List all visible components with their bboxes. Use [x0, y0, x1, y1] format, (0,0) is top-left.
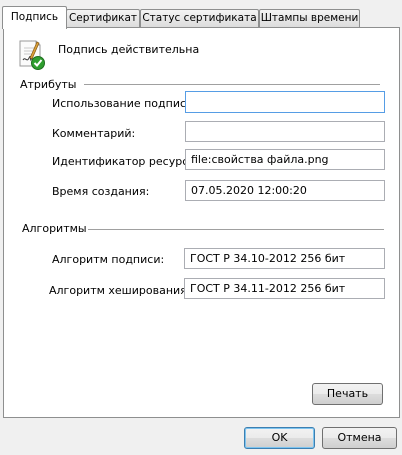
ok-button[interactable]: OK [244, 427, 315, 449]
creation-time-field[interactable]: 07.05.2020 12:00:20 [185, 180, 385, 201]
algorithms-divider [88, 229, 384, 230]
cancel-button[interactable]: Отмена [322, 427, 397, 449]
resource-id-label: Идентификатор ресурса: [52, 155, 199, 168]
signature-usage-field[interactable] [185, 91, 385, 113]
tab-strip: Подпись Сертификат Статус сертификата Шт… [0, 0, 402, 29]
hash-algorithm-field[interactable]: ГОСТ Р 34.11-2012 256 бит [184, 278, 385, 299]
signature-algorithm-field[interactable]: ГОСТ Р 34.10-2012 256 бит [184, 248, 385, 269]
attributes-divider [84, 84, 380, 85]
tab-signature[interactable]: Подпись [2, 6, 67, 29]
signed-document-check-icon [19, 40, 45, 70]
hash-algorithm-label: Алгоритм хеширования: [49, 284, 191, 297]
creation-time-label: Время создания: [52, 185, 150, 198]
comment-label: Комментарий: [52, 127, 136, 140]
attributes-section-title: Атрибуты [20, 78, 77, 91]
tab-certificate-status[interactable]: Статус сертификата [140, 9, 259, 27]
algorithms-section-title: Алгоритмы [22, 222, 87, 235]
comment-field[interactable] [185, 121, 385, 142]
print-button[interactable]: Печать [312, 383, 383, 405]
signature-status: Подпись действительна [58, 43, 200, 56]
tab-certificate[interactable]: Сертификат [66, 9, 140, 27]
resource-id-field[interactable]: file:свойства файла.png [185, 149, 385, 170]
signature-usage-label: Использование подписи: [52, 97, 197, 110]
tab-timestamps[interactable]: Штампы времени [259, 9, 360, 27]
signature-algorithm-label: Алгоритм подписи: [52, 253, 165, 266]
